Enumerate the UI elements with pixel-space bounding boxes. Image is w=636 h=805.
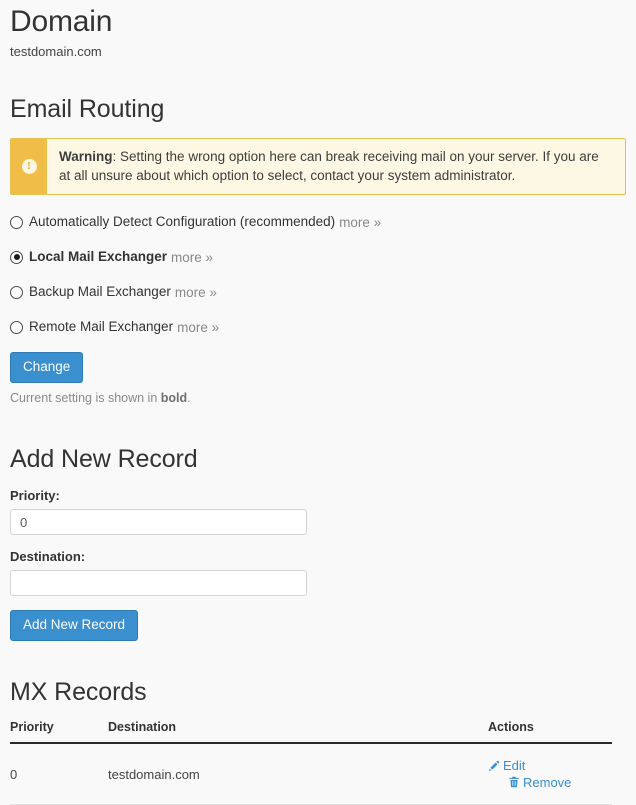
table-header-row: Priority Destination Actions xyxy=(10,720,612,744)
note-suffix: . xyxy=(187,391,191,405)
more-link[interactable]: more » xyxy=(177,320,219,335)
radio-option-label: Remote Mail Exchanger xyxy=(29,319,174,334)
radio-indicator[interactable] xyxy=(10,250,23,264)
priority-input[interactable] xyxy=(10,509,307,535)
add-new-record-button[interactable]: Add New Record xyxy=(10,610,139,641)
warning-label: Warning xyxy=(59,149,113,164)
radio-indicator[interactable] xyxy=(10,215,23,229)
cell-destination: testdomain.com xyxy=(108,743,488,805)
current-setting-note: Current setting is shown in bold. xyxy=(10,390,626,406)
edit-label: Edit xyxy=(503,758,526,773)
column-header-actions: Actions xyxy=(488,720,612,744)
warning-message: Warning: Setting the wrong option here c… xyxy=(47,139,625,194)
more-link[interactable]: more » xyxy=(339,215,381,230)
email-routing-section: Email Routing ! Warning: Setting the wro… xyxy=(10,94,626,406)
radio-option-local-mail-exchanger[interactable]: Local Mail Exchanger more » xyxy=(10,246,626,268)
table-row: 0 testdomain.com Edit Remove xyxy=(10,743,612,805)
more-link[interactable]: more » xyxy=(171,250,213,265)
page-title: Domain xyxy=(10,5,113,38)
mx-records-title: MX Records xyxy=(10,678,147,706)
column-header-priority: Priority xyxy=(10,720,108,744)
radio-option-remote-mail-exchanger[interactable]: Remote Mail Exchanger more » xyxy=(10,316,626,338)
domain-name: testdomain.com xyxy=(10,44,102,59)
add-new-record-title: Add New Record xyxy=(10,445,198,473)
destination-label: Destination: xyxy=(10,549,86,564)
radio-indicator[interactable] xyxy=(10,285,23,299)
radio-option-auto-detect[interactable]: Automatically Detect Configuration (reco… xyxy=(10,211,626,233)
mx-records-section: MX Records Priority Destination Actions … xyxy=(10,677,626,805)
more-link[interactable]: more » xyxy=(175,285,217,300)
trash-icon xyxy=(508,776,520,788)
destination-input[interactable] xyxy=(10,570,307,596)
radio-option-label: Backup Mail Exchanger xyxy=(29,284,171,299)
note-prefix: Current setting is shown in xyxy=(10,391,161,405)
page-root: Domain testdomain.com Email Routing ! Wa… xyxy=(0,0,636,805)
routing-options-list: Automatically Detect Configuration (reco… xyxy=(10,211,626,338)
radio-indicator[interactable] xyxy=(10,320,23,334)
column-header-destination: Destination xyxy=(108,720,488,744)
remove-label: Remove xyxy=(523,774,572,790)
warning-icon-block: ! xyxy=(11,139,47,194)
edit-record-link[interactable]: Edit xyxy=(488,758,525,773)
change-button[interactable]: Change xyxy=(10,352,84,383)
mx-records-table: Priority Destination Actions 0 testdomai… xyxy=(10,720,612,805)
table-header: Priority Destination Actions xyxy=(10,720,612,744)
exclamation-circle-icon: ! xyxy=(21,159,37,174)
remove-record-link[interactable]: Remove xyxy=(508,775,571,790)
warning-text: Setting the wrong option here can break … xyxy=(59,149,599,183)
table-body: 0 testdomain.com Edit Remove xyxy=(10,743,612,805)
radio-option-label: Local Mail Exchanger xyxy=(29,249,168,264)
radio-option-backup-mail-exchanger[interactable]: Backup Mail Exchanger more » xyxy=(10,281,626,303)
priority-label: Priority: xyxy=(10,488,60,503)
cell-priority: 0 xyxy=(10,743,108,805)
cell-actions: Edit Remove xyxy=(488,743,612,805)
email-routing-title: Email Routing xyxy=(10,95,165,123)
pencil-icon xyxy=(488,760,500,772)
radio-option-label: Automatically Detect Configuration (reco… xyxy=(29,214,336,229)
warning-banner: ! Warning: Setting the wrong option here… xyxy=(10,138,626,195)
add-new-record-section: Add New Record Priority: Destination: Ad… xyxy=(10,444,626,641)
note-bold: bold xyxy=(160,391,188,405)
